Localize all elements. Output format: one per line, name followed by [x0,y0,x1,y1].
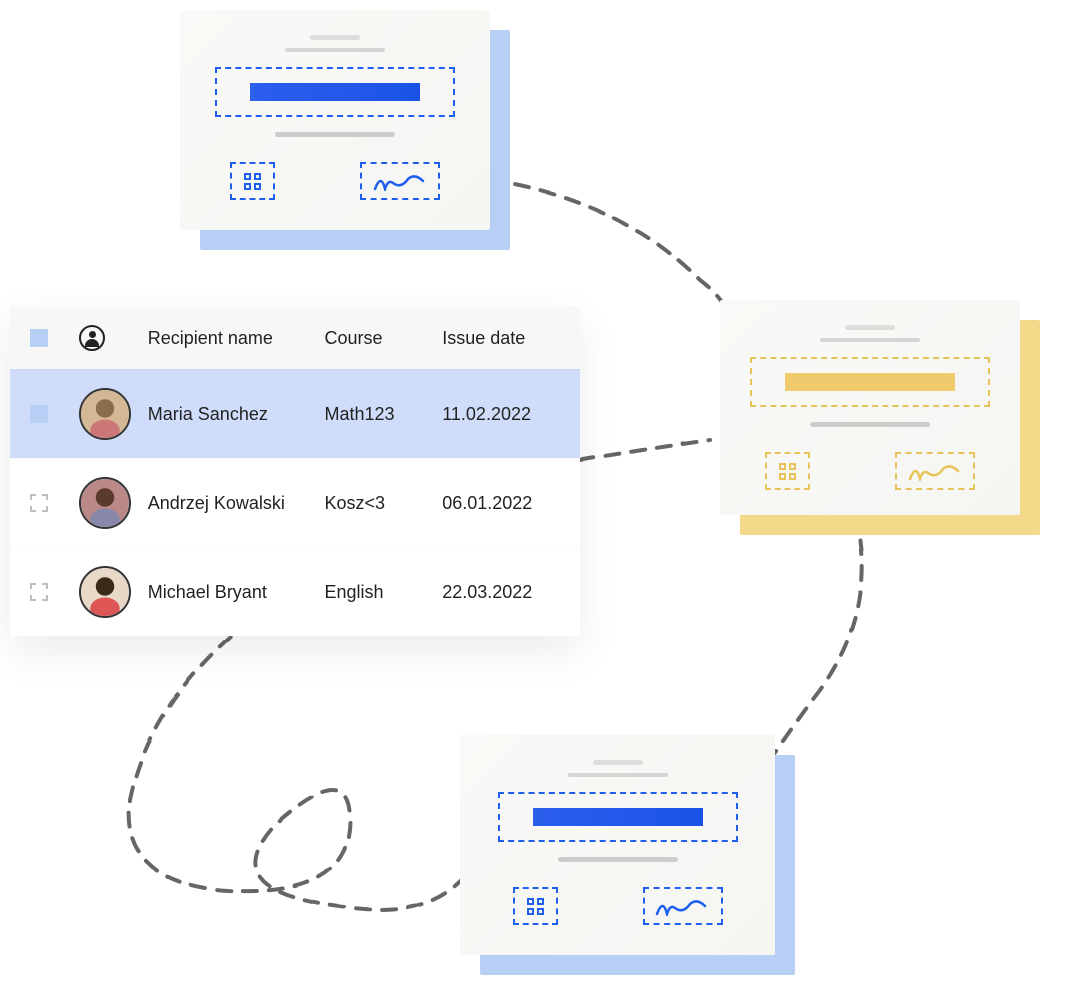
select-all-checkbox[interactable] [30,329,48,347]
certificate-right [720,300,1020,515]
avatar-column-icon [79,325,105,351]
signature-icon [643,887,723,925]
table-header-row: Recipient name Course Issue date [10,307,580,369]
signature-icon [895,452,975,490]
cell-course: Math123 [324,404,442,425]
cell-issue-date: 11.02.2022 [442,404,560,425]
table-row[interactable]: Maria Sanchez Math123 11.02.2022 [10,369,580,458]
row-checkbox[interactable] [30,583,48,601]
certificate-title-placeholder [498,792,738,842]
avatar [79,388,131,440]
qr-code-icon [513,887,558,925]
certificate-top [180,10,490,230]
cell-recipient-name: Maria Sanchez [148,404,325,425]
row-checkbox[interactable] [30,494,48,512]
cell-recipient-name: Michael Bryant [148,582,325,603]
signature-icon [360,162,440,200]
header-issue-date: Issue date [442,328,560,349]
certificate-title-placeholder [750,357,990,407]
table-row[interactable]: Michael Bryant English 22.03.2022 [10,547,580,636]
cell-issue-date: 06.01.2022 [442,493,560,514]
qr-code-icon [765,452,810,490]
header-recipient-name: Recipient name [148,328,325,349]
cell-course: Kosz<3 [324,493,442,514]
cell-issue-date: 22.03.2022 [442,582,560,603]
row-checkbox[interactable] [30,405,48,423]
avatar [79,477,131,529]
table-row[interactable]: Andrzej Kowalski Kosz<3 06.01.2022 [10,458,580,547]
qr-code-icon [230,162,275,200]
header-course: Course [324,328,442,349]
cell-course: English [324,582,442,603]
certificate-bottom [460,735,775,955]
recipients-table: Recipient name Course Issue date Maria S… [10,307,580,636]
avatar [79,566,131,618]
certificate-title-placeholder [215,67,455,117]
cell-recipient-name: Andrzej Kowalski [148,493,325,514]
